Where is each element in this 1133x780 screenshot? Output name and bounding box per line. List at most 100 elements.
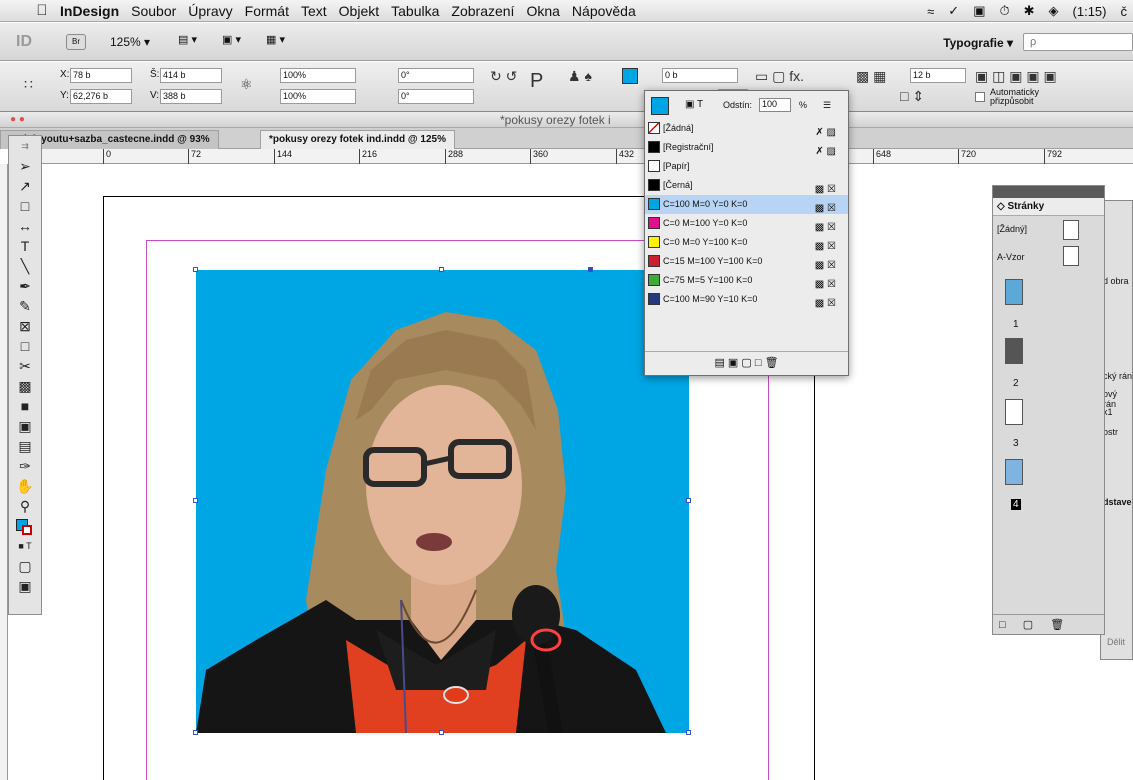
type-tool-icon[interactable]: T (13, 237, 37, 256)
rectangle-frame-tool-icon[interactable]: ⊠ (13, 317, 37, 336)
rectangle-tool-icon[interactable]: □ (13, 337, 37, 356)
pages-panel-tab[interactable]: ◇ Stránky (993, 198, 1104, 216)
swatch-row[interactable]: [Papír] (645, 157, 848, 176)
search-input[interactable] (1023, 33, 1133, 51)
line-tool-icon[interactable]: ╲ (13, 257, 37, 276)
apple-icon[interactable]:  (30, 2, 54, 19)
a-master-label[interactable]: A-Vzor (997, 252, 1025, 262)
swatch-row[interactable]: C=15 M=100 Y=100 K=0 ▩ ☒ (645, 252, 848, 271)
selection-content-icon[interactable]: P (530, 70, 543, 93)
menu-napoveda[interactable]: Nápověda (566, 3, 642, 19)
bluetooth-icon[interactable]: ✱ (1024, 3, 1035, 19)
effects-icon[interactable]: ▭ ▢ fx. (755, 68, 804, 85)
direct-selection-tool-icon[interactable]: ↗ (13, 177, 37, 196)
menu-okna[interactable]: Okna (520, 3, 565, 19)
view-options-icon[interactable]: ▤ ▾ (178, 33, 210, 51)
swatch-row[interactable]: [Registrační] ✗ ▨ (645, 138, 848, 157)
screen-mode-icon[interactable]: ▣ ▾ (222, 33, 254, 51)
arrange-documents-icon[interactable]: ▦ ▾ (266, 33, 298, 51)
new-page-icon[interactable]: ▢ (1023, 619, 1033, 631)
page-tool-icon[interactable]: □ (13, 197, 37, 216)
scissors-tool-icon[interactable]: ✂ (13, 357, 37, 376)
menu-text[interactable]: Text (295, 3, 333, 19)
new-swatch-icon[interactable]: □ (755, 357, 762, 369)
reference-point-icon[interactable]: ∷ (24, 76, 33, 93)
frame-handle-ml[interactable] (193, 498, 198, 503)
frame-handle-bc[interactable] (439, 730, 444, 735)
y-field[interactable]: 62,276 b (70, 89, 132, 104)
zoom-tool-icon[interactable]: ⚲ (13, 497, 37, 516)
tab-pokusy-document[interactable]: *pokusy orezy fotek ind.indd @ 125% (260, 130, 456, 149)
fill-box-icon[interactable] (651, 97, 669, 115)
flip-icon[interactable]: ♟ ♠ (568, 68, 592, 85)
fitting-icons[interactable]: ▣ ◫ ▣ ▣ ▣ (975, 68, 1057, 85)
pages-panel-header[interactable] (993, 186, 1104, 198)
swatch-menu-icon[interactable]: ☰ (823, 100, 831, 111)
pencil-tool-icon[interactable]: ✎ (13, 297, 37, 316)
vertical-ruler[interactable] (0, 164, 8, 780)
frame-handle-mr[interactable] (686, 498, 691, 503)
rotation-field[interactable]: 0° (398, 68, 474, 83)
display-icon[interactable]: ▣ (973, 3, 985, 19)
swatch-tint-field[interactable]: 100 (759, 98, 791, 112)
align-select[interactable]: □ ⇕ (900, 88, 924, 105)
battery-status[interactable]: (1:15) (1073, 4, 1107, 19)
x-field[interactable]: 78 b (70, 68, 132, 83)
selection-tool-icon[interactable]: ➢ (13, 157, 37, 176)
page-thumb-2[interactable] (1005, 338, 1023, 364)
page-thumb-3[interactable] (1005, 399, 1023, 425)
stroke-box-icon[interactable]: ▣ T (685, 99, 703, 110)
none-master-thumb[interactable] (1063, 220, 1079, 240)
wifi-icon[interactable]: ≈ (927, 4, 934, 19)
image-frame[interactable] (196, 270, 689, 733)
menu-soubor[interactable]: Soubor (125, 3, 182, 19)
swatch-row[interactable]: C=100 M=90 Y=10 K=0 ▩ ☒ (645, 290, 848, 309)
bridge-button[interactable]: Br (66, 34, 86, 50)
frame-handle-br[interactable] (686, 730, 691, 735)
free-transform-tool-icon[interactable]: ▩ (13, 377, 37, 396)
pen-tool-icon[interactable]: ✒ (13, 277, 37, 296)
scale-y-field[interactable]: 100% (280, 89, 356, 104)
none-master-label[interactable]: [Žádný] (997, 224, 1027, 234)
swatch-row[interactable]: C=100 M=0 Y=0 K=0 ▩ ☒ (645, 195, 848, 214)
rotate-icon[interactable]: ↻ ↺ (490, 68, 517, 85)
volume-icon[interactable]: ◈ (1049, 3, 1059, 19)
window-controls-icon[interactable]: ● ● (10, 114, 25, 125)
note-tool-icon[interactable]: ▤ (13, 437, 37, 456)
screen-mode-icon-tools[interactable]: ▣ (13, 577, 37, 596)
scale-x-field[interactable]: 100% (280, 68, 356, 83)
show-color-swatches-icon[interactable]: ▣ (728, 357, 738, 369)
page-thumb-4[interactable] (1005, 459, 1023, 485)
height-field[interactable]: 388 b (160, 89, 222, 104)
formatting-affects-container-icon[interactable]: ■ T (13, 537, 37, 556)
time-machine-icon[interactable]: ⏱ (999, 3, 1009, 19)
menu-indesign[interactable]: InDesign (54, 3, 125, 19)
gap-field[interactable]: 12 b (910, 68, 966, 83)
gradient-swatch-tool-icon[interactable]: ■ (13, 397, 37, 416)
frame-handle-tc[interactable] (439, 267, 444, 272)
wrap-icon[interactable]: ▩ ▦ (856, 68, 886, 85)
frame-handle-tl[interactable] (193, 267, 198, 272)
constrain-proportions-icon[interactable]: ⚛ (240, 76, 253, 93)
gap-tool-icon[interactable]: ↔ (13, 217, 37, 236)
menu-zobrazeni[interactable]: Zobrazení (445, 3, 520, 19)
fill-stroke-icon[interactable] (13, 517, 37, 536)
autofit-checkbox[interactable] (975, 92, 985, 102)
swatch-row[interactable]: C=75 M=5 Y=100 K=0 ▩ ☒ (645, 271, 848, 290)
input-source[interactable]: č (1121, 4, 1128, 19)
show-all-swatches-icon[interactable]: ▤ (714, 357, 724, 369)
delete-swatch-icon[interactable]: 🗑 (765, 357, 779, 369)
page-size-icon[interactable]: □ (999, 619, 1006, 631)
workspace-switcher[interactable]: Typografie ▾ (943, 36, 1013, 50)
eyedropper-tool-icon[interactable]: ✑ (13, 457, 37, 476)
shear-field[interactable]: 0° (398, 89, 474, 104)
fill-swatch[interactable] (622, 68, 638, 84)
normal-view-icon[interactable]: ▢ (13, 557, 37, 576)
page-thumb-1[interactable] (1005, 279, 1023, 305)
phone-icon[interactable]: ✓ (948, 3, 959, 19)
swatch-row[interactable]: [Žádná] ✗ ▨ (645, 119, 848, 138)
delete-page-icon[interactable]: 🗑 (1050, 619, 1064, 631)
width-field[interactable]: 414 b (160, 68, 222, 83)
a-master-thumb[interactable] (1063, 246, 1079, 266)
menu-format[interactable]: Formát (239, 3, 295, 19)
